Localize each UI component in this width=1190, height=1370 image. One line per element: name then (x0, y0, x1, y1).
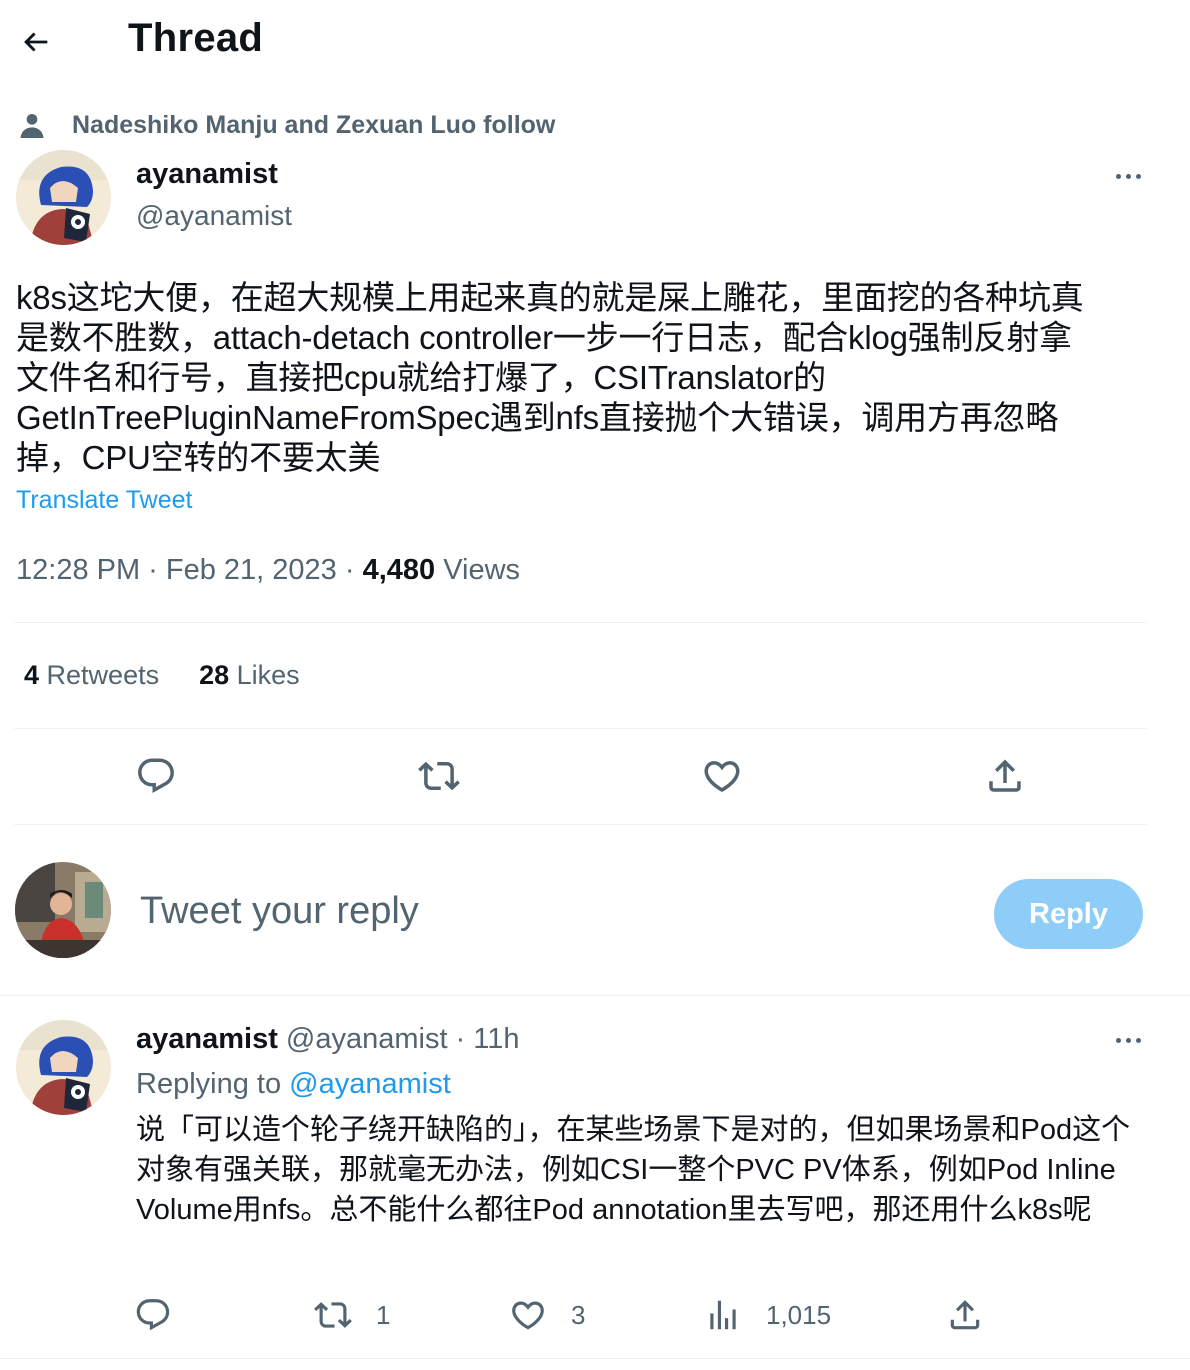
tweet-timestamp[interactable]: 12:28 PM · Feb 21, 2023 · (16, 554, 363, 586)
author-name[interactable]: ayanamist (136, 158, 278, 191)
reply-submit-button[interactable]: Reply (994, 879, 1143, 949)
reply-like-button[interactable]: 3 (509, 1290, 585, 1340)
views-label: Views (435, 554, 521, 586)
reply-header: ayanamist @ayanamist · 11h (136, 1023, 520, 1056)
translate-tweet-link[interactable]: Translate Tweet (16, 486, 192, 515)
replying-to-link[interactable]: @ayanamist (289, 1068, 451, 1100)
user-avatar[interactable] (15, 862, 111, 958)
reply-author-avatar[interactable] (16, 1020, 111, 1115)
more-icon[interactable] (1108, 164, 1148, 188)
page-title: Thread (128, 16, 264, 60)
reply-input[interactable]: Tweet your reply (140, 890, 419, 933)
replying-prefix: Replying to (136, 1068, 290, 1100)
reply-icon (138, 758, 174, 793)
share-button[interactable] (975, 746, 1035, 806)
reply-retweet-button[interactable]: 1 (314, 1290, 390, 1340)
divider (0, 1358, 1190, 1359)
reply-reply-button[interactable] (134, 1290, 172, 1340)
divider (0, 995, 1190, 996)
author-avatar[interactable] (16, 150, 111, 245)
views-count: 4,480 (362, 554, 436, 586)
retweet-icon (418, 761, 460, 791)
reply-retweet-count: 1 (376, 1299, 391, 1330)
likes-label: Likes (229, 660, 300, 690)
reply-views-button[interactable]: 1,015 (704, 1290, 831, 1340)
social-context[interactable]: Nadeshiko Manju and Zexuan Luo follow (72, 111, 555, 140)
reply-share-button[interactable] (946, 1290, 984, 1340)
retweets-label: Retweets (39, 660, 160, 690)
person-icon (16, 110, 48, 142)
back-button[interactable] (14, 20, 58, 64)
retweet-button[interactable] (409, 746, 469, 806)
reply-icon (136, 1299, 170, 1331)
retweets-count: 4 (24, 660, 40, 690)
views-icon (710, 1300, 736, 1330)
likes-count-link[interactable]: 28 Likes (199, 660, 300, 691)
reply-views-count: 1,015 (766, 1299, 832, 1330)
reply-text: 说「可以造个轮子绕开缺陷的」，在某些场景下是对的，但如果场景和Pod这个对象有强… (136, 1114, 1131, 1226)
share-icon (989, 759, 1021, 792)
likes-count: 28 (199, 660, 230, 690)
divider (14, 824, 1147, 825)
more-icon[interactable] (1108, 1028, 1148, 1052)
divider (14, 728, 1147, 729)
tweet-meta: 12:28 PM · Feb 21, 2023 · 4,480 Views (16, 554, 520, 587)
reply-button[interactable] (126, 746, 186, 806)
divider (14, 622, 1147, 623)
reply-handle-time[interactable]: @ayanamist · 11h (278, 1023, 520, 1055)
author-handle[interactable]: @ayanamist (136, 200, 292, 232)
like-icon (704, 761, 740, 793)
engagement-counts: 4 Retweets 28 Likes (24, 660, 300, 691)
tweet-text: k8s这坨大便，在超大规模上用起来真的就是屎上雕花，里面挖的各种坑真 是数不胜数… (16, 279, 1084, 476)
retweet-icon (314, 1302, 352, 1328)
share-icon (950, 1300, 980, 1330)
like-button[interactable] (692, 746, 752, 806)
replying-to: Replying to @ayanamist (136, 1068, 451, 1101)
reply-author-name[interactable]: ayanamist (136, 1023, 278, 1055)
retweets-count-link[interactable]: 4 Retweets (24, 660, 159, 691)
back-arrow-icon (24, 32, 48, 52)
reply-like-count: 3 (571, 1299, 586, 1330)
like-icon (512, 1301, 544, 1330)
